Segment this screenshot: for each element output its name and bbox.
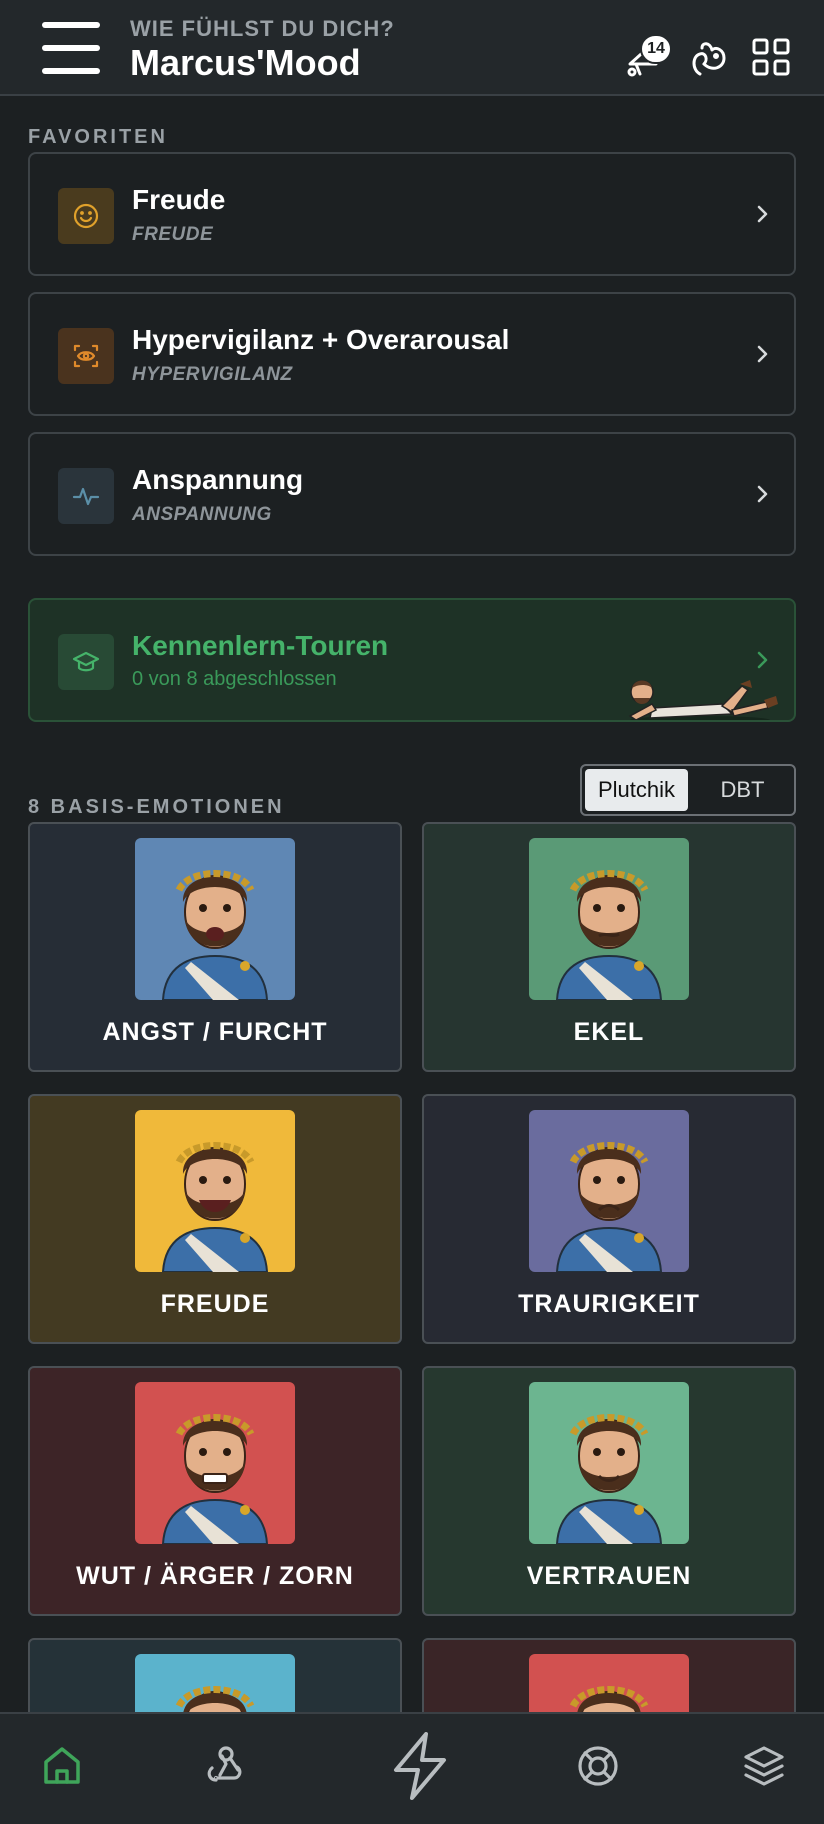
lightning-icon[interactable] [382,1728,458,1804]
favorites-section-label: FAVORITEN [28,126,168,148]
toggle-dbt[interactable]: DBT [691,766,794,814]
chevron-right-icon [752,482,772,506]
chevron-right-icon [752,342,772,366]
toggle-plutchik[interactable]: Plutchik [585,769,688,811]
emotion-label: WUT / ÄRGER / ZORN [76,1562,354,1590]
favorite-title: Freude [132,184,226,215]
emotion-card[interactable]: VERTRAUEN [422,1366,796,1616]
tour-progress: 0 von 8 abgeschlossen [132,668,337,690]
squirrel-icon[interactable] [686,34,732,80]
header-title: Marcus'Mood [130,42,361,83]
app-root: WIE FÜHLST DU DICH? Marcus'Mood 14 FAVOR… [0,0,824,1824]
emotion-portrait-image [529,838,689,1000]
emotion-label: VERTRAUEN [526,1562,692,1590]
model-toggle: Plutchik DBT [580,764,796,816]
emotion-portrait-image [529,1382,689,1544]
emotion-card[interactable]: WUT / ÄRGER / ZORN [28,1366,402,1616]
favorite-subtitle: ANSPANNUNG [132,504,272,525]
layers-icon[interactable] [734,1736,794,1796]
lifebuoy-icon[interactable] [568,1736,628,1796]
chevron-right-icon [752,648,772,672]
lying-marcus-illustration [628,680,778,720]
webhook-icon[interactable] [196,1736,256,1796]
emotion-card[interactable]: ANGST / FURCHT [28,822,402,1072]
emotion-card[interactable]: FREUDE [28,1094,402,1344]
grid-apps-icon[interactable] [748,34,794,80]
favorite-card-anspannung[interactable]: Anspannung ANSPANNUNG [28,432,796,556]
emotion-portrait-image [135,1110,295,1272]
hamburger-menu-icon[interactable] [42,22,100,74]
header-subtitle: WIE FÜHLST DU DICH? [130,16,395,41]
graduation-cap-icon [58,634,114,690]
emotion-card[interactable]: EKEL [422,822,796,1072]
favorite-card-hypervigilanz[interactable]: Hypervigilanz + Overarousal HYPERVIGILAN… [28,292,796,416]
notification-badge: 14 [640,34,672,64]
emotion-portrait-image [529,1110,689,1272]
emotions-section-label: 8 BASIS-EMOTIONEN [28,796,285,818]
eye-scan-icon [58,328,114,384]
favorite-card-freude[interactable]: Freude FREUDE [28,152,796,276]
favorite-subtitle: FREUDE [132,224,214,245]
emotion-card[interactable]: TRAURIGKEIT [422,1094,796,1344]
tour-title: Kennenlern-Touren [132,630,389,661]
emotion-label: TRAURIGKEIT [518,1290,700,1318]
emotion-portrait-image [135,838,295,1000]
pulse-icon [58,468,114,524]
bottom-navigation [0,1712,824,1824]
app-header: WIE FÜHLST DU DICH? Marcus'Mood 14 [0,0,824,96]
home-icon[interactable] [32,1736,92,1796]
favorite-subtitle: HYPERVIGILANZ [132,364,293,385]
favorite-title: Anspannung [132,464,304,495]
favorite-title: Hypervigilanz + Overarousal [132,324,510,355]
smile-icon [58,188,114,244]
emotion-portrait-image [135,1382,295,1544]
tour-card[interactable]: Kennenlern-Touren 0 von 8 abgeschlossen [28,598,796,722]
emotion-label: ANGST / FURCHT [102,1018,328,1046]
emotion-label: EKEL [573,1018,645,1046]
chevron-right-icon [752,202,772,226]
emotion-label: FREUDE [160,1290,270,1318]
